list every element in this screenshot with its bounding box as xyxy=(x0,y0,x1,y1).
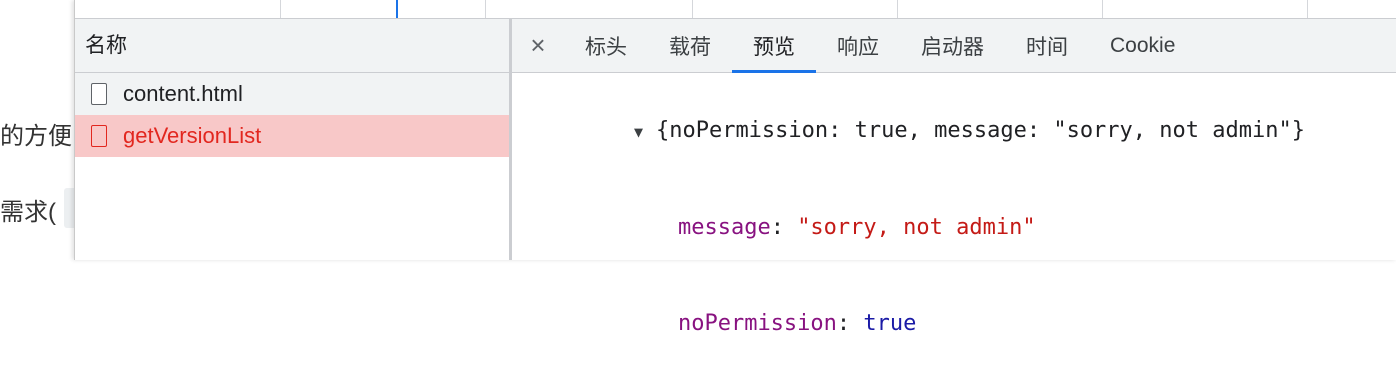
document-icon xyxy=(91,83,107,105)
name-column-header[interactable]: 名称 xyxy=(75,19,509,73)
tab-timing[interactable]: 时间 xyxy=(1005,19,1089,72)
request-detail-panel: × 标头 载荷 预览 响应 启动器 时间 Cookie ▼ {noPermissi… xyxy=(512,19,1396,336)
background-text-line: 的方便 xyxy=(0,123,72,150)
tab-headers[interactable]: 标头 xyxy=(564,19,648,72)
tab-preview[interactable]: 预览 xyxy=(732,19,816,73)
network-timeline-overview[interactable] xyxy=(75,0,1396,19)
close-icon[interactable]: × xyxy=(512,19,564,72)
devtools-network-panel: 名称 content.html getVersionList × 标头 载荷 预… xyxy=(74,0,1396,336)
json-key: message xyxy=(677,215,771,240)
timeline-grid-line xyxy=(1307,0,1308,18)
json-string-value: "sorry, not admin" xyxy=(797,215,1036,240)
json-preview: ▼ {noPermission: true, message: "sorry, n… xyxy=(512,73,1396,382)
json-boolean-value: true xyxy=(863,311,917,336)
json-summary-line[interactable]: ▼ {noPermission: true, message: "sorry, n… xyxy=(528,83,1381,180)
request-name: getVersionList xyxy=(123,123,262,148)
request-row-content-html[interactable]: content.html xyxy=(75,73,509,115)
background-page: 的方便 需求( xyxy=(0,0,74,260)
timeline-grid-line xyxy=(280,0,281,18)
request-name-column: 名称 content.html getVersionList xyxy=(75,19,512,260)
timeline-grid-line xyxy=(692,0,693,18)
tab-cookies[interactable]: Cookie xyxy=(1089,19,1196,72)
json-key: noPermission xyxy=(677,311,837,336)
background-text-line: 需求( xyxy=(0,199,56,226)
request-row-getversionlist[interactable]: getVersionList xyxy=(75,115,509,157)
timeline-grid-line xyxy=(1102,0,1103,18)
document-icon xyxy=(91,125,107,147)
tab-initiator[interactable]: 启动器 xyxy=(900,19,1005,72)
timeline-dom-marker xyxy=(396,0,398,18)
tab-payload[interactable]: 载荷 xyxy=(648,19,732,72)
detail-tab-bar: × 标头 载荷 预览 响应 启动器 时间 Cookie xyxy=(512,19,1396,73)
timeline-grid-line xyxy=(897,0,898,18)
expand-triangle-icon[interactable]: ▼ xyxy=(634,116,656,148)
json-field-row: noPermission: true xyxy=(677,311,917,336)
request-name: content.html xyxy=(123,81,243,106)
timeline-grid-line xyxy=(485,0,486,18)
tab-response[interactable]: 响应 xyxy=(816,19,900,72)
json-summary: {noPermission: true, message: "sorry, no… xyxy=(655,118,1305,143)
json-field-row: message: "sorry, not admin" xyxy=(677,215,1036,240)
background-input-box xyxy=(64,188,74,228)
